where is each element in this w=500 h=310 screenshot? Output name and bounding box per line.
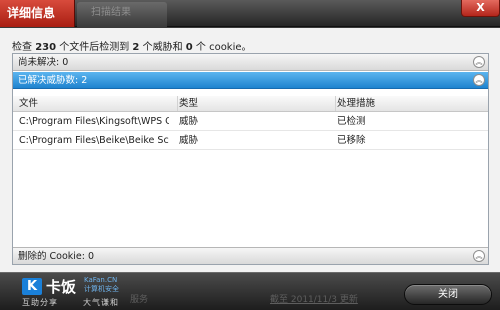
row-type: 威胁 <box>179 135 199 146</box>
section-cookies-deleted-label: 删除的 Cookie: 0 <box>18 251 95 262</box>
footer-faded-text: 服务 <box>130 295 149 305</box>
row-file: C:\Program Files\Kingsoft\WPS Offi... <box>19 116 169 127</box>
section-resolved[interactable]: 已解决威胁数: 2 ︽ <box>13 72 488 89</box>
footer-bar: K 卡饭 KaFan.CN 计算机安全 互助分享 大气谦和 服务 截至 2011/… <box>0 272 500 310</box>
cookies-count: 0 <box>185 42 193 53</box>
column-header-file[interactable]: 文件 <box>19 96 169 111</box>
kafan-logo-icon: K <box>22 278 42 295</box>
column-header-type[interactable]: 类型 <box>177 96 327 111</box>
section-unresolved-label: 尚未解决: 0 <box>18 57 69 68</box>
section-cookies-deleted[interactable]: 删除的 Cookie: 0 ︽ <box>13 247 488 264</box>
double-chevron-up-icon[interactable]: ︽ <box>473 56 485 68</box>
double-chevron-up-icon[interactable]: ︽ <box>473 74 485 86</box>
row-action: 已检测 <box>337 116 366 127</box>
logo-slogan-left: 互助分享 <box>22 298 58 307</box>
row-file: C:\Program Files\Beike\Beike Scan\... <box>19 135 169 146</box>
section-resolved-label: 已解决威胁数: 2 <box>18 75 88 86</box>
table-row[interactable]: C:\Program Files\Kingsoft\WPS Offi... 威胁… <box>13 113 488 131</box>
results-box: 尚未解决: 0 ︽ 已解决威胁数: 2 ︽ 文件 类型 处理措施 C:\Prog… <box>12 53 489 265</box>
logo-slogan-right: 大气谦和 <box>83 298 119 307</box>
files-checked-count: 230 <box>35 42 57 53</box>
tab-scan-results[interactable]: 扫描结果 <box>77 2 167 27</box>
tab-details[interactable]: 详细信息 <box>0 0 75 27</box>
details-panel: 检查 230 个文件后检测到 2 个威胁和 0 个 cookie。 尚未解决: … <box>0 28 500 272</box>
section-unresolved[interactable]: 尚未解决: 0 ︽ <box>13 54 488 71</box>
table-row[interactable]: C:\Program Files\Beike\Beike Scan\... 威胁… <box>13 132 488 150</box>
table-header: 文件 类型 处理措施 <box>13 96 488 112</box>
close-button[interactable]: 关闭 <box>404 284 492 305</box>
footer-faded-link[interactable]: 截至 2011/11/3 更新 <box>270 292 358 305</box>
row-action: 已移除 <box>337 135 366 146</box>
window-close-button[interactable]: X <box>461 0 500 17</box>
scan-summary: 检查 230 个文件后检测到 2 个威胁和 0 个 cookie。 <box>12 42 252 53</box>
column-header-action[interactable]: 处理措施 <box>335 96 485 111</box>
logo-name: 卡饭 <box>46 278 77 296</box>
row-type: 威胁 <box>179 116 199 127</box>
title-bar: 详细信息 扫描结果 X <box>0 0 500 27</box>
logo-site: KaFan.CN 计算机安全 <box>84 276 119 293</box>
double-chevron-up-icon[interactable]: ︽ <box>473 250 485 262</box>
